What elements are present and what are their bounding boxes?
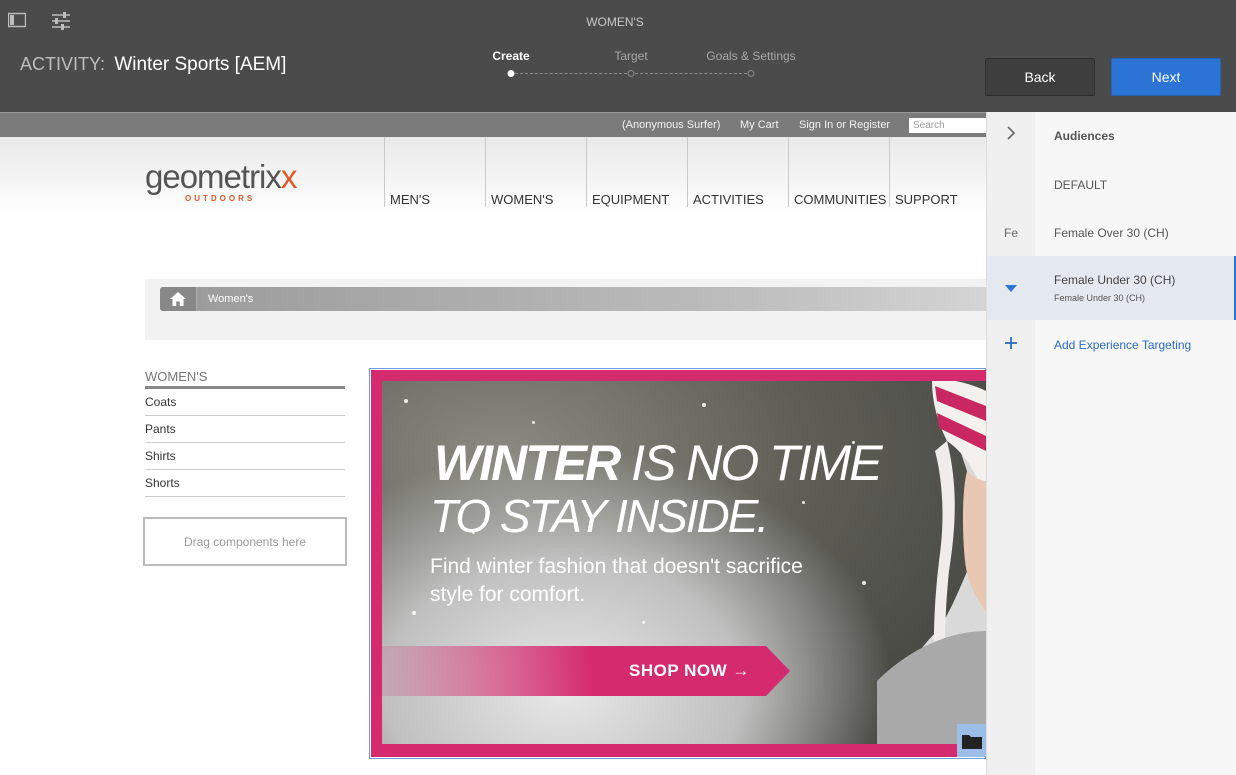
- audiences-panel: Audiences DEFAULT Fe Female Over 30 (CH)…: [986, 112, 1236, 775]
- activity-name: Winter Sports [AEM]: [114, 54, 287, 75]
- geometrixx-logo[interactable]: geometrixx OUTDOORS: [145, 158, 297, 203]
- anonymous-surfer-link[interactable]: (Anonymous Surfer): [622, 119, 720, 131]
- activity-label: ACTIVITY:: [20, 54, 106, 74]
- breadcrumb-womens[interactable]: Women's: [208, 293, 253, 305]
- step-dot-target: [627, 70, 635, 77]
- nav-activities[interactable]: ACTIVITIES: [687, 137, 788, 207]
- logo-word: geometrixx: [145, 158, 297, 195]
- step-connector: [635, 73, 747, 74]
- breadcrumb-bar: Women's: [160, 287, 986, 311]
- step-create[interactable]: Create: [492, 49, 529, 63]
- nav-communities[interactable]: COMMUNITIES: [788, 137, 889, 207]
- wizard-steps: Create Target Goals & Settings: [470, 48, 830, 80]
- audiences-header[interactable]: Audiences: [987, 112, 1236, 160]
- category-item-shirts[interactable]: Shirts: [145, 443, 345, 470]
- nav-equipment[interactable]: EQUIPMENT: [586, 137, 687, 207]
- category-nav: WOMEN'S Coats Pants Shirts Shorts: [145, 369, 345, 497]
- add-experience-targeting[interactable]: Add Experience Targeting: [987, 320, 1236, 368]
- drag-components-dropzone[interactable]: Drag components here: [143, 517, 347, 566]
- model-photo: [877, 381, 986, 744]
- audience-abbrev: Fe: [1003, 226, 1018, 240]
- audience-label: Female Under 30 (CH): [1054, 273, 1176, 287]
- audience-label: Female Over 30 (CH): [1054, 226, 1169, 240]
- sign-in-link[interactable]: Sign In or Register: [799, 119, 890, 131]
- audience-default[interactable]: DEFAULT: [987, 160, 1236, 208]
- utility-bar: (Anonymous Surfer) My Cart Sign In or Re…: [0, 112, 986, 137]
- logo-subtext: OUTDOORS: [185, 194, 256, 203]
- page-title: WOMEN'S: [586, 15, 644, 29]
- back-button[interactable]: Back: [985, 58, 1095, 96]
- nav-mens[interactable]: MEN'S: [384, 137, 485, 207]
- step-dot-create: [507, 70, 515, 77]
- add-experience-label[interactable]: Add Experience Targeting: [1054, 338, 1191, 352]
- arrow-right-icon: →: [732, 661, 750, 680]
- audience-sublabel: Female Under 30 (CH): [1054, 293, 1146, 303]
- step-goals-settings[interactable]: Goals & Settings: [706, 49, 795, 63]
- category-heading: WOMEN'S: [145, 369, 345, 389]
- chevron-right-icon[interactable]: [987, 126, 1035, 143]
- next-button[interactable]: Next: [1111, 58, 1221, 96]
- hero-banner[interactable]: WINTER IS NO TIME TO STAY INSIDE. Find w…: [371, 370, 986, 757]
- activity-title: ACTIVITY: Winter Sports [AEM]: [20, 54, 286, 76]
- shop-now-label: SHOP NOW: [629, 661, 728, 680]
- category-item-coats[interactable]: Coats: [145, 389, 345, 416]
- plus-icon[interactable]: [987, 336, 1035, 353]
- shop-now-button[interactable]: SHOP NOW →: [382, 646, 790, 696]
- step-dot-goals: [747, 70, 755, 77]
- page-preview: (Anonymous Surfer) My Cart Sign In or Re…: [0, 112, 986, 775]
- hero-subtext: Find winter fashion that doesn't sacrifi…: [430, 555, 803, 606]
- hero-headline: WINTER IS NO TIME: [434, 435, 883, 491]
- category-item-pants[interactable]: Pants: [145, 416, 345, 443]
- breadcrumb: Women's: [145, 279, 986, 340]
- hero-headline-line2: TO STAY INSIDE.: [430, 490, 769, 542]
- caret-down-icon[interactable]: [987, 282, 1035, 296]
- audience-female-over-30[interactable]: Fe Female Over 30 (CH): [987, 208, 1236, 256]
- hero-image: WINTER IS NO TIME TO STAY INSIDE. Find w…: [382, 381, 986, 744]
- step-connector: [515, 73, 627, 74]
- nav-womens[interactable]: WOMEN'S: [485, 137, 586, 207]
- audiences-heading: Audiences: [1054, 129, 1115, 143]
- nav-support[interactable]: SUPPORT: [889, 137, 986, 207]
- site-header: geometrixx OUTDOORS MEN'S WOMEN'S EQUIPM…: [0, 137, 986, 247]
- category-item-shorts[interactable]: Shorts: [145, 470, 345, 497]
- home-icon[interactable]: [160, 287, 197, 311]
- audience-female-under-30[interactable]: Female Under 30 (CH) Female Under 30 (CH…: [987, 256, 1236, 320]
- my-cart-link[interactable]: My Cart: [740, 119, 779, 131]
- search-input[interactable]: Search: [909, 118, 986, 133]
- folder-icon[interactable]: [957, 724, 986, 757]
- audience-label: DEFAULT: [1054, 178, 1108, 192]
- activity-header: WOMEN'S ACTIVITY: Winter Sports [AEM] Cr…: [0, 0, 1236, 112]
- step-target[interactable]: Target: [614, 49, 647, 63]
